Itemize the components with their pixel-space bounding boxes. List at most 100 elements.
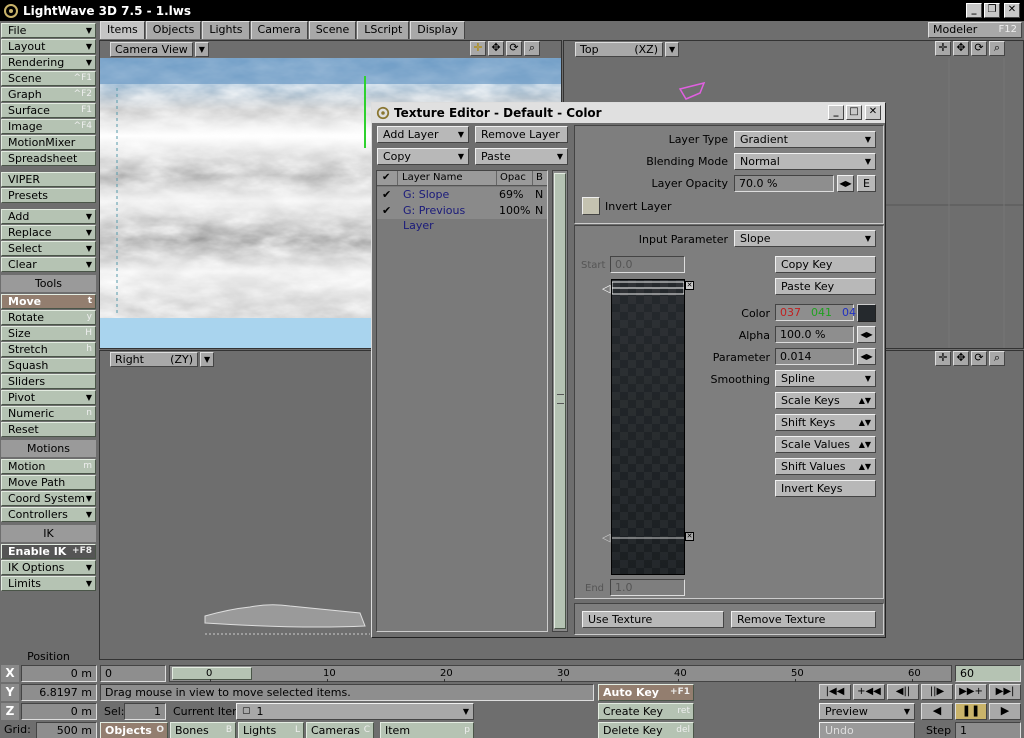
layer-opacity-field[interactable]: 70.0 %	[734, 175, 834, 192]
shift-keys-button[interactable]: Shift Keys ▲▼	[775, 414, 876, 431]
play-reverse-icon[interactable]: ◀	[921, 703, 953, 720]
graph-editor-button[interactable]: Graph Editor ^F2	[1, 87, 96, 114]
maximize-button[interactable]: ❐	[984, 3, 1000, 18]
scale-values-button[interactable]: Scale Values ▲▼	[775, 436, 876, 453]
alpha-slider-button[interactable]: ◀▶	[857, 326, 876, 343]
clear-button[interactable]: Clear ▼	[1, 257, 96, 272]
item-properties-button[interactable]: Item Properties p	[380, 722, 474, 738]
tab-objects[interactable]: Objects	[145, 21, 202, 39]
objects-toggle[interactable]: Objects O	[100, 722, 168, 738]
layout-button[interactable]: Layout ▼	[1, 39, 96, 54]
first-frame-icon[interactable]: |◀◀	[819, 684, 851, 700]
numeric-button[interactable]: Numeric n	[1, 406, 96, 421]
tab-scene[interactable]: Scene	[308, 21, 357, 39]
end-frame-field[interactable]: 60	[955, 665, 1021, 682]
reset-button[interactable]: Reset	[1, 422, 96, 437]
envelope-button[interactable]: E	[857, 175, 876, 192]
key-delete-icon[interactable]: ✕	[685, 281, 694, 290]
right-view-dropdown[interactable]: ▼	[200, 352, 215, 367]
right-view-select[interactable]: Right (ZY)	[110, 352, 198, 367]
limits-button[interactable]: Limits ▼	[1, 576, 96, 591]
add-layer-button[interactable]: Add Layer ▼	[377, 126, 469, 143]
rotate-view-icon[interactable]: ⟳	[506, 41, 522, 56]
shift-values-button[interactable]: Shift Values ▲▼	[775, 458, 876, 475]
start-frame-field[interactable]: 0	[100, 665, 166, 682]
size-button[interactable]: Size H	[1, 326, 96, 341]
blending-mode-select[interactable]: Normal ▼	[734, 153, 876, 170]
frame-slider[interactable]: 0 10 20 30 40 50 60	[169, 665, 952, 682]
camera-view-select[interactable]: Camera View	[110, 42, 193, 57]
preview-select[interactable]: Preview ▼	[819, 703, 915, 720]
move-button[interactable]: Move t	[1, 294, 96, 309]
bones-toggle[interactable]: Bones B	[170, 722, 236, 738]
top-view-select[interactable]: Top (XZ)	[575, 42, 663, 57]
scale-keys-button[interactable]: Scale Keys ▲▼	[775, 392, 876, 409]
tab-display[interactable]: Display	[410, 21, 465, 39]
scrollbar-thumb[interactable]	[554, 173, 566, 629]
spreadsheet-button[interactable]: Spreadsheet	[1, 151, 96, 166]
color-field[interactable]: 037 041 045	[775, 304, 863, 321]
layer-row[interactable]: ✔ G: Previous Layer 100% N	[377, 203, 547, 232]
layer-type-select[interactable]: Gradient ▼	[734, 131, 876, 148]
pan-view-icon[interactable]: ✥	[953, 351, 969, 366]
cameras-toggle[interactable]: Cameras C	[306, 722, 374, 738]
current-item-select[interactable]: ▢ 1 ▼	[236, 703, 474, 720]
start-field[interactable]: 0.0	[610, 256, 685, 273]
layer-list-scrollbar[interactable]	[552, 170, 568, 632]
prev-key-icon[interactable]: +◀◀	[853, 684, 885, 700]
remove-texture-button[interactable]: Remove Texture	[731, 611, 876, 628]
grid-size-field[interactable]: 500 m	[36, 722, 97, 738]
move-view-icon[interactable]: ✛	[470, 41, 486, 56]
zoom-view-icon[interactable]: ⌕	[989, 351, 1005, 366]
presets-button[interactable]: Presets	[1, 188, 96, 203]
select-button[interactable]: Select ▼	[1, 241, 96, 256]
close-button[interactable]: ✕	[1004, 3, 1020, 18]
next-frame-icon[interactable]: ||▶	[921, 684, 953, 700]
z-position-field[interactable]: 0 m	[21, 703, 97, 720]
add-button[interactable]: Add ▼	[1, 209, 96, 224]
rotate-view-icon[interactable]: ⟳	[971, 41, 987, 56]
undo-button[interactable]: Undo	[819, 722, 915, 738]
create-key-button[interactable]: Create Key ret	[598, 703, 694, 720]
copy-button[interactable]: Copy ▼	[377, 148, 469, 165]
tab-lights[interactable]: Lights	[202, 21, 250, 39]
tab-items[interactable]: Items	[100, 21, 145, 39]
dialog-close-button[interactable]: ✕	[865, 105, 881, 120]
paste-button[interactable]: Paste ▼	[475, 148, 568, 165]
delete-key-button[interactable]: Delete Key del	[598, 722, 694, 738]
invert-keys-button[interactable]: Invert Keys	[775, 480, 876, 497]
pivot-button[interactable]: Pivot ▼	[1, 390, 96, 405]
key-marker-end-icon[interactable]: ◁	[602, 531, 610, 544]
squash-button[interactable]: Squash	[1, 358, 96, 373]
camera-view-dropdown[interactable]: ▼	[194, 42, 209, 57]
lights-toggle[interactable]: Lights L	[238, 722, 304, 738]
use-texture-button[interactable]: Use Texture	[582, 611, 724, 628]
next-key-icon[interactable]: ▶▶+	[955, 684, 987, 700]
pan-view-icon[interactable]: ✥	[488, 41, 504, 56]
tab-lscript[interactable]: LScript	[357, 21, 410, 39]
x-position-field[interactable]: 0 m	[21, 665, 97, 682]
dialog-maximize-button[interactable]: □	[846, 105, 862, 120]
y-position-field[interactable]: 6.8197 m	[21, 684, 97, 701]
minimize-button[interactable]: _	[966, 3, 982, 18]
alpha-field[interactable]: 100.0 %	[775, 326, 854, 343]
end-field[interactable]: 1.0	[610, 579, 685, 596]
pan-view-icon[interactable]: ✥	[953, 41, 969, 56]
parameter-field[interactable]: 0.014	[775, 348, 854, 365]
opacity-slider-button[interactable]: ◀▶	[837, 175, 854, 192]
input-parameter-select[interactable]: Slope ▼	[734, 230, 876, 247]
viper-button[interactable]: VIPER	[1, 172, 96, 187]
rendering-button[interactable]: Rendering ▼	[1, 55, 96, 70]
layer-list[interactable]: ✔ Layer Name Opac B ✔ G: Slope 69% N ✔ G…	[376, 170, 548, 632]
move-view-icon[interactable]: ✛	[935, 41, 951, 56]
tab-camera[interactable]: Camera	[250, 21, 308, 39]
auto-key-toggle[interactable]: Auto Key +F1	[598, 684, 694, 701]
rotate-button[interactable]: Rotate y	[1, 310, 96, 325]
step-field[interactable]: 1	[955, 722, 1021, 738]
dialog-minimize-button[interactable]: _	[828, 105, 844, 120]
replace-button[interactable]: Replace ▼	[1, 225, 96, 240]
last-frame-icon[interactable]: ▶▶|	[989, 684, 1021, 700]
motionmixer-button[interactable]: MotionMixer	[1, 135, 96, 150]
scene-editor-button[interactable]: Scene Editor ^F1	[1, 71, 96, 98]
enable-ik-button[interactable]: Enable IK +F8	[1, 544, 96, 559]
